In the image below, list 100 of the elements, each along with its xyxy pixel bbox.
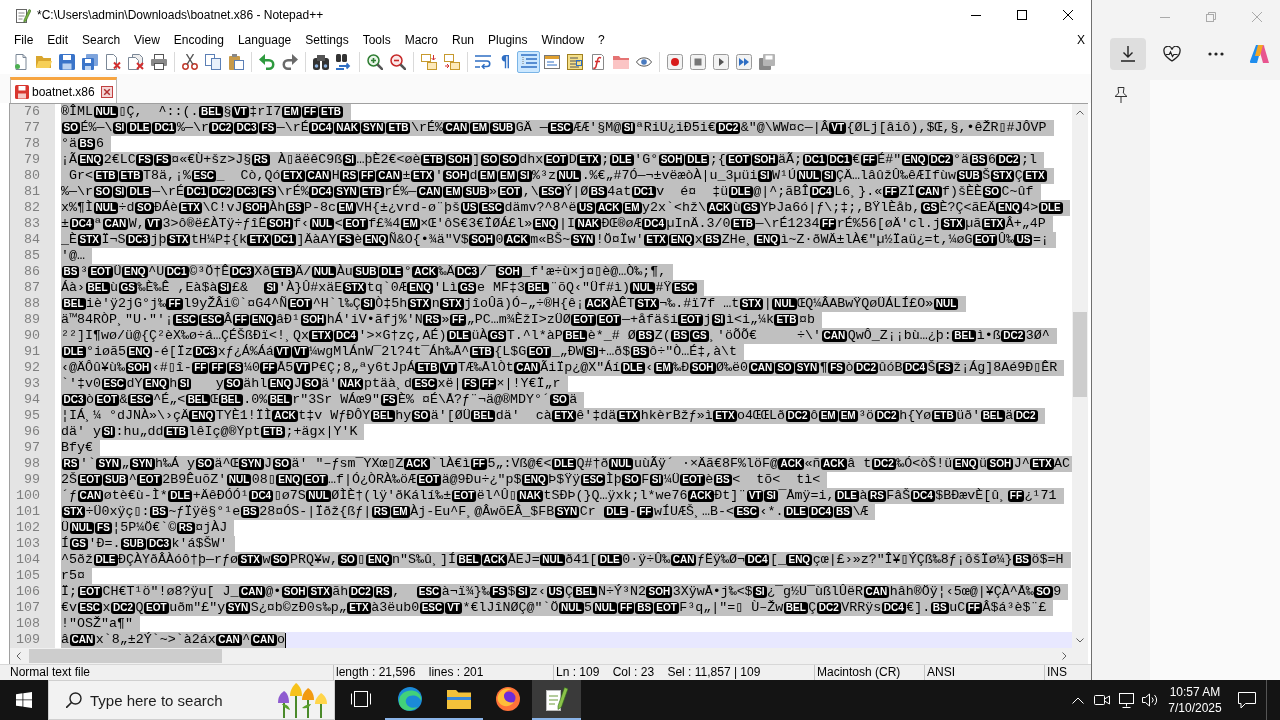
menu-item[interactable]: Tools bbox=[355, 31, 398, 49]
close-icon bbox=[1063, 10, 1073, 20]
code-text: N÷Ý³N2 bbox=[597, 584, 646, 599]
search-box[interactable]: Type here to search bbox=[48, 680, 335, 720]
line-number: 108 bbox=[10, 616, 55, 632]
code-text: ‰Ó<òŠ!ü bbox=[896, 456, 953, 471]
code-text: ×Œ'ôS€3€ÏØÁ£l» bbox=[420, 216, 533, 231]
control-char: ETX bbox=[1023, 170, 1047, 182]
control-char: BEL bbox=[85, 282, 110, 294]
code-text: ÐÇÀYðÂÀóô†þ—rƒø bbox=[118, 552, 238, 567]
control-char: SO bbox=[195, 458, 214, 470]
control-char: FS bbox=[259, 122, 277, 134]
control-char: NUL bbox=[69, 522, 95, 534]
control-char: RS bbox=[61, 458, 80, 470]
control-char: SI bbox=[621, 122, 636, 134]
menu-item[interactable]: View bbox=[127, 31, 167, 49]
code-text: \rÉ% bbox=[411, 120, 443, 135]
toolbar-button[interactable] bbox=[1110, 38, 1146, 70]
code-text: Bfy€ bbox=[61, 440, 93, 455]
code-text: tH¼P‡{k bbox=[190, 232, 247, 247]
menu-item[interactable]: Macro bbox=[397, 31, 445, 49]
control-char: EM bbox=[443, 186, 463, 198]
menu-item[interactable]: Plugins bbox=[481, 31, 535, 49]
control-char: RS bbox=[867, 490, 886, 502]
code-text: P€Ç;8„ªy6tJpÁ bbox=[310, 360, 415, 375]
menu-item[interactable]: Edit bbox=[40, 31, 76, 49]
control-char: ENQ bbox=[407, 282, 433, 294]
control-char: ENQ bbox=[365, 554, 392, 566]
menu-item[interactable]: Settings bbox=[298, 31, 356, 49]
code-text: @|^;ãBÎ bbox=[753, 184, 810, 199]
code-text: T8ä,¡% bbox=[143, 168, 191, 183]
control-char: RS bbox=[176, 522, 195, 534]
fox-browser-icon bbox=[495, 687, 520, 711]
code-text: ‡rI7 bbox=[249, 104, 282, 119]
code-text: -é[Ïz bbox=[152, 344, 193, 359]
scrollbar-thumb[interactable] bbox=[1073, 312, 1087, 397]
control-char: ETB bbox=[93, 170, 118, 182]
notification-icon bbox=[1238, 691, 1256, 709]
control-char: SYN bbox=[794, 362, 820, 374]
code-text: Â+„4P bbox=[1005, 216, 1046, 231]
control-char: BEL bbox=[563, 330, 588, 342]
code-text: YÞJa6ó|ƒ\;‡;,BŸlÈåb, bbox=[760, 200, 921, 215]
control-char: CAN bbox=[821, 330, 848, 342]
code-text: '` bbox=[79, 456, 96, 471]
menu-item[interactable]: Language bbox=[230, 31, 299, 49]
menu-item[interactable]: Search bbox=[75, 31, 128, 49]
code-text: W, bbox=[128, 216, 145, 231]
vertical-scrollbar[interactable] bbox=[1072, 104, 1088, 648]
menu-item[interactable]: Run bbox=[445, 31, 482, 49]
close-document-button[interactable]: X bbox=[1074, 31, 1088, 49]
code-text: ªRiU¿iÐ5i€ bbox=[635, 120, 716, 135]
control-char: CAN bbox=[915, 186, 942, 198]
code-text: 4at bbox=[607, 184, 632, 199]
control-char: FS bbox=[828, 362, 845, 374]
control-char: BS bbox=[285, 202, 304, 214]
code-text: !"OSŽ"a¶" bbox=[61, 616, 133, 631]
chevron-right-icon[interactable] bbox=[1061, 652, 1067, 660]
control-char: EM bbox=[336, 202, 356, 214]
search-field[interactable]: Type here to search bbox=[90, 691, 260, 709]
code-text: 0 bbox=[495, 232, 504, 247]
taskbar-button[interactable] bbox=[532, 680, 581, 720]
chevron-down-icon[interactable] bbox=[1076, 637, 1084, 643]
control-char: SUB bbox=[353, 266, 379, 278]
control-char: EOT bbox=[416, 474, 442, 486]
toolbar-button[interactable]: ¶ bbox=[494, 51, 517, 73]
horizontal-scrollbar[interactable] bbox=[9, 648, 1072, 664]
close-tab-button[interactable] bbox=[100, 85, 113, 98]
menu-item[interactable]: File bbox=[7, 31, 41, 49]
chevron-up-icon bbox=[1072, 696, 1084, 704]
control-char: DC2 bbox=[111, 602, 136, 614]
line-number: 100 bbox=[10, 488, 55, 504]
line-number: 87 bbox=[10, 280, 55, 296]
control-char: DC1 bbox=[164, 266, 189, 278]
code-text: äÃ; bbox=[778, 152, 803, 167]
control-char: STX bbox=[77, 234, 101, 246]
menu-item[interactable]: Encoding bbox=[166, 31, 231, 49]
code-text: 'À}Û#xäE bbox=[278, 280, 343, 295]
control-char: NAK bbox=[334, 122, 360, 134]
chevron-up-icon[interactable] bbox=[1076, 109, 1084, 115]
control-char: NUL bbox=[306, 490, 331, 502]
code-text: r"3Sr WÁœ9" bbox=[292, 392, 381, 407]
menu-item[interactable]: ? bbox=[591, 31, 612, 49]
code-text: dä' y bbox=[61, 424, 101, 439]
code-text: n bbox=[431, 296, 440, 311]
chevron-left-icon[interactable] bbox=[15, 652, 21, 660]
clock[interactable]: 10:57 AM 7/10/2025 bbox=[1162, 680, 1228, 720]
code-text: H bbox=[331, 168, 340, 183]
scrollbar-thumb[interactable] bbox=[29, 649, 222, 663]
code-text: `'‡v0 bbox=[61, 376, 101, 391]
code-text: iè'ÿ2jG°j‰ bbox=[86, 296, 166, 311]
control-char: BS bbox=[240, 506, 259, 518]
code-text: ³ö bbox=[858, 408, 875, 423]
control-char: EM bbox=[281, 106, 301, 118]
tab[interactable]: boatnet.x86 bbox=[10, 77, 117, 103]
control-char: SOH bbox=[443, 170, 470, 182]
menu-item[interactable]: Window bbox=[534, 31, 592, 49]
control-char: DC3 bbox=[234, 122, 259, 134]
code-text: hy bbox=[395, 408, 412, 423]
control-char: NUL bbox=[592, 602, 618, 614]
control-char: DC1 bbox=[152, 122, 177, 134]
